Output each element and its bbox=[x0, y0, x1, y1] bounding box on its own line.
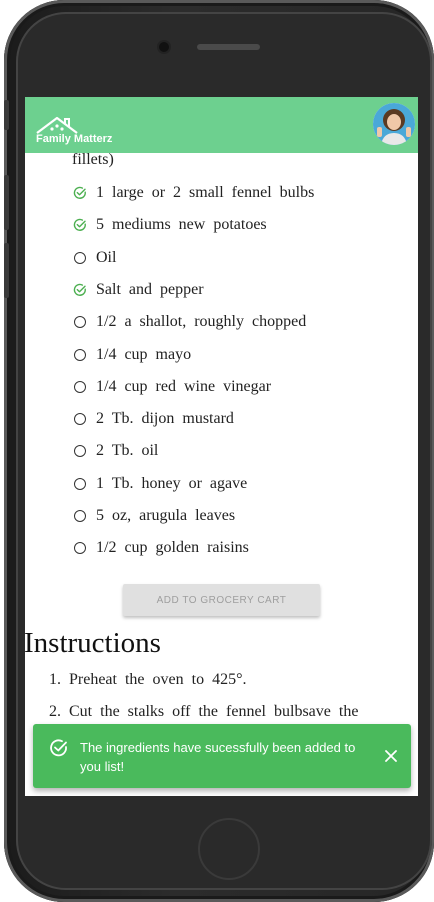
add-to-grocery-cart-button[interactable]: ADD TO GROCERY CART bbox=[123, 584, 320, 616]
success-toast: The ingredients have sucessfully been ad… bbox=[33, 724, 411, 788]
close-icon[interactable] bbox=[381, 746, 401, 766]
ingredient-label: 1/4 cup mayo bbox=[96, 345, 192, 363]
ingredient-item[interactable]: 1/4 cup red wine vinegar bbox=[72, 375, 271, 399]
ingredient-item[interactable]: 2 Tb. dijon mustard bbox=[72, 407, 234, 431]
empty-circle-icon[interactable] bbox=[72, 540, 88, 556]
empty-circle-icon[interactable] bbox=[72, 314, 88, 330]
empty-circle-icon[interactable] bbox=[72, 411, 88, 427]
step-number: 1. bbox=[49, 671, 61, 688]
avatar-image bbox=[373, 103, 415, 145]
app-logo[interactable]: Family Matterz bbox=[35, 115, 125, 147]
ingredient-item[interactable]: 5 oz, arugula leaves bbox=[72, 504, 235, 528]
toast-message: The ingredients have sucessfully been ad… bbox=[80, 740, 356, 774]
empty-circle-icon[interactable] bbox=[72, 347, 88, 363]
empty-circle-icon[interactable] bbox=[72, 250, 88, 266]
ingredient-label: Salt and pepper bbox=[96, 280, 204, 298]
ingredient-item[interactable]: Salt and pepper bbox=[72, 278, 204, 302]
app-header: Family Matterz bbox=[25, 97, 418, 153]
empty-circle-icon[interactable] bbox=[72, 379, 88, 395]
ingredient-item[interactable]: 1/2 a shallot, roughly chopped bbox=[72, 310, 306, 334]
ingredient-item[interactable]: 1/4 cup mayo bbox=[72, 343, 191, 367]
volume-down-button bbox=[4, 243, 9, 298]
ingredient-item[interactable]: Oil bbox=[72, 246, 116, 270]
step-text: Preheat the oven to 425°. bbox=[69, 671, 247, 688]
ingredient-label: 5 mediums new potatoes bbox=[96, 216, 267, 234]
volume-up-button bbox=[4, 175, 9, 230]
ingredient-label: Oil bbox=[96, 248, 117, 266]
ingredient-label: 1/2 cup golden raisins bbox=[96, 539, 249, 557]
ingredient-label: 1/4 cup red wine vinegar bbox=[96, 377, 272, 395]
empty-circle-icon[interactable] bbox=[72, 508, 88, 524]
home-button[interactable] bbox=[198, 818, 260, 880]
ingredient-item[interactable]: 2 Tb. oil bbox=[72, 439, 158, 463]
step-text: Cut the stalks off the fennel bulbsave t… bbox=[69, 703, 359, 720]
instruction-step: 1. Preheat the oven to 425°. bbox=[49, 671, 246, 689]
step-number: 2. bbox=[49, 703, 61, 720]
ingredient-item[interactable]: 1 Tb. honey or agave bbox=[72, 472, 247, 496]
logo-text: Family Matterz bbox=[36, 133, 113, 145]
mute-switch bbox=[4, 100, 9, 130]
ingredient-label: 2 Tb. dijon mustard bbox=[96, 410, 234, 428]
check-circle-icon bbox=[50, 739, 67, 757]
instructions-title: Instructions bbox=[25, 627, 161, 659]
ingredient-fragment: fillets) bbox=[72, 151, 114, 168]
user-avatar[interactable] bbox=[373, 103, 415, 145]
empty-circle-icon[interactable] bbox=[72, 443, 88, 459]
ingredient-item[interactable]: 1 large or 2 small fennel bulbs bbox=[72, 181, 314, 205]
ingredient-label: 2 Tb. oil bbox=[96, 442, 159, 460]
ingredient-item[interactable]: 5 mediums new potatoes bbox=[72, 213, 267, 237]
instruction-step: 2. Cut the stalks off the fennel bulbsav… bbox=[49, 703, 358, 721]
recipe-content: fillets) 1 large or 2 small fennel bulbs… bbox=[25, 97, 418, 796]
ingredient-label: 5 oz, arugula leaves bbox=[96, 507, 236, 524]
ingredient-label: 1 large or 2 small fennel bulbs bbox=[96, 184, 315, 201]
ingredient-label: 1/2 a shallot, roughly chopped bbox=[96, 313, 307, 331]
ingredient-item[interactable]: 1/2 cup golden raisins bbox=[72, 536, 249, 560]
empty-circle-icon[interactable] bbox=[72, 476, 88, 492]
front-camera bbox=[159, 42, 169, 52]
check-circle-icon[interactable] bbox=[72, 217, 88, 233]
ingredient-label: 1 Tb. honey or agave bbox=[96, 474, 248, 492]
app-screen: fillets) 1 large or 2 small fennel bulbs… bbox=[25, 97, 418, 796]
earpiece-speaker bbox=[197, 44, 260, 50]
check-circle-icon[interactable] bbox=[72, 185, 88, 201]
check-circle-icon[interactable] bbox=[72, 282, 88, 298]
